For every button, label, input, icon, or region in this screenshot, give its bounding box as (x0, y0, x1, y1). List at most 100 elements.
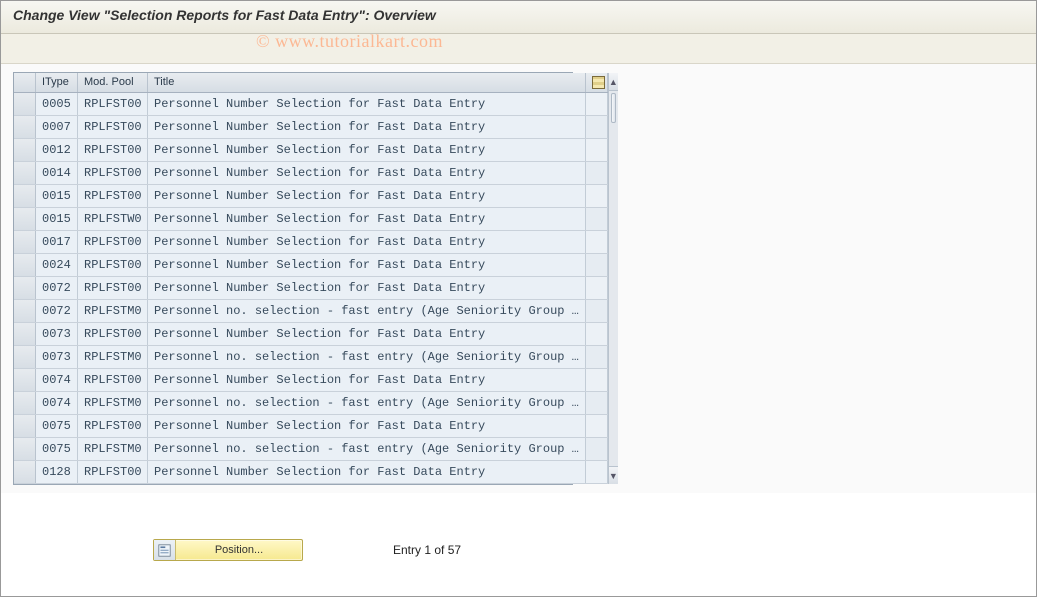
table-row[interactable]: 0075RPLFSTM0Personnel no. selection - fa… (14, 438, 608, 461)
cell-modpool[interactable]: RPLFSTW0 (78, 208, 148, 230)
cell-itype[interactable]: 0014 (36, 162, 78, 184)
cell-title[interactable]: Personnel Number Selection for Fast Data… (148, 461, 586, 483)
cell-modpool[interactable]: RPLFST00 (78, 139, 148, 161)
cell-title[interactable]: Personnel Number Selection for Fast Data… (148, 162, 586, 184)
cell-itype[interactable]: 0017 (36, 231, 78, 253)
row-selector-header[interactable] (14, 73, 36, 92)
cell-title[interactable]: Personnel Number Selection for Fast Data… (148, 369, 586, 391)
cell-itype[interactable]: 0015 (36, 208, 78, 230)
scroll-track[interactable] (609, 91, 618, 466)
table-row[interactable]: 0074RPLFST00Personnel Number Selection f… (14, 369, 608, 392)
table-row[interactable]: 0015RPLFSTW0Personnel Number Selection f… (14, 208, 608, 231)
cell-itype[interactable]: 0074 (36, 392, 78, 414)
scroll-thumb[interactable] (611, 93, 616, 123)
scroll-up-button[interactable]: ▲ (609, 73, 618, 91)
cell-itype[interactable]: 0074 (36, 369, 78, 391)
row-selector[interactable] (14, 254, 36, 276)
cell-title[interactable]: Personnel no. selection - fast entry (Ag… (148, 300, 586, 322)
cell-title[interactable]: Personnel Number Selection for Fast Data… (148, 93, 586, 115)
cell-modpool[interactable]: RPLFST00 (78, 369, 148, 391)
cell-modpool[interactable]: RPLFST00 (78, 277, 148, 299)
row-selector[interactable] (14, 300, 36, 322)
cell-spacer (586, 277, 608, 299)
table-row[interactable]: 0024RPLFST00Personnel Number Selection f… (14, 254, 608, 277)
cell-modpool[interactable]: RPLFST00 (78, 323, 148, 345)
cell-itype[interactable]: 0072 (36, 300, 78, 322)
table-row[interactable]: 0012RPLFST00Personnel Number Selection f… (14, 139, 608, 162)
row-selector[interactable] (14, 323, 36, 345)
cell-itype[interactable]: 0128 (36, 461, 78, 483)
cell-title[interactable]: Personnel Number Selection for Fast Data… (148, 277, 586, 299)
row-selector[interactable] (14, 162, 36, 184)
cell-itype[interactable]: 0005 (36, 93, 78, 115)
cell-modpool[interactable]: RPLFST00 (78, 93, 148, 115)
cell-itype[interactable]: 0024 (36, 254, 78, 276)
table-row[interactable]: 0073RPLFSTM0Personnel no. selection - fa… (14, 346, 608, 369)
position-button-label: Position... (176, 544, 302, 556)
cell-title[interactable]: Personnel Number Selection for Fast Data… (148, 185, 586, 207)
cell-title[interactable]: Personnel Number Selection for Fast Data… (148, 254, 586, 276)
reports-table: IType Mod. Pool Title 0005RPLFST00Person… (13, 72, 573, 485)
cell-itype[interactable]: 0072 (36, 277, 78, 299)
cell-title[interactable]: Personnel Number Selection for Fast Data… (148, 208, 586, 230)
cell-itype[interactable]: 0075 (36, 415, 78, 437)
table-row[interactable]: 0128RPLFST00Personnel Number Selection f… (14, 461, 608, 484)
row-selector[interactable] (14, 415, 36, 437)
cell-itype[interactable]: 0007 (36, 116, 78, 138)
column-header-modpool[interactable]: Mod. Pool (78, 73, 148, 92)
cell-modpool[interactable]: RPLFST00 (78, 415, 148, 437)
table-row[interactable]: 0072RPLFST00Personnel Number Selection f… (14, 277, 608, 300)
table-row[interactable]: 0014RPLFST00Personnel Number Selection f… (14, 162, 608, 185)
table-config-button[interactable] (586, 73, 608, 92)
row-selector[interactable] (14, 208, 36, 230)
vertical-scrollbar[interactable]: ▲ ▼ (608, 73, 618, 484)
row-selector[interactable] (14, 392, 36, 414)
row-selector[interactable] (14, 116, 36, 138)
row-selector[interactable] (14, 346, 36, 368)
cell-modpool[interactable]: RPLFST00 (78, 461, 148, 483)
column-header-itype[interactable]: IType (36, 73, 78, 92)
table-row[interactable]: 0017RPLFST00Personnel Number Selection f… (14, 231, 608, 254)
row-selector[interactable] (14, 139, 36, 161)
cell-title[interactable]: Personnel Number Selection for Fast Data… (148, 415, 586, 437)
row-selector[interactable] (14, 277, 36, 299)
cell-title[interactable]: Personnel no. selection - fast entry (Ag… (148, 392, 586, 414)
row-selector[interactable] (14, 231, 36, 253)
cell-title[interactable]: Personnel Number Selection for Fast Data… (148, 139, 586, 161)
cell-modpool[interactable]: RPLFST00 (78, 185, 148, 207)
cell-itype[interactable]: 0073 (36, 346, 78, 368)
table-row[interactable]: 0072RPLFSTM0Personnel no. selection - fa… (14, 300, 608, 323)
cell-itype[interactable]: 0075 (36, 438, 78, 460)
cell-title[interactable]: Personnel no. selection - fast entry (Ag… (148, 346, 586, 368)
column-header-title[interactable]: Title (148, 73, 586, 92)
table-row[interactable]: 0005RPLFST00Personnel Number Selection f… (14, 93, 608, 116)
cell-title[interactable]: Personnel no. selection - fast entry (Ag… (148, 438, 586, 460)
cell-modpool[interactable]: RPLFST00 (78, 162, 148, 184)
cell-title[interactable]: Personnel Number Selection for Fast Data… (148, 116, 586, 138)
cell-itype[interactable]: 0012 (36, 139, 78, 161)
cell-modpool[interactable]: RPLFSTM0 (78, 392, 148, 414)
table-row[interactable]: 0073RPLFST00Personnel Number Selection f… (14, 323, 608, 346)
cell-itype[interactable]: 0015 (36, 185, 78, 207)
scroll-down-button[interactable]: ▼ (609, 466, 618, 484)
cell-title[interactable]: Personnel Number Selection for Fast Data… (148, 323, 586, 345)
cell-itype[interactable]: 0073 (36, 323, 78, 345)
position-button[interactable]: Position... (153, 539, 303, 561)
cell-modpool[interactable]: RPLFST00 (78, 231, 148, 253)
table-row[interactable]: 0075RPLFST00Personnel Number Selection f… (14, 415, 608, 438)
cell-title[interactable]: Personnel Number Selection for Fast Data… (148, 231, 586, 253)
table-row[interactable]: 0007RPLFST00Personnel Number Selection f… (14, 116, 608, 139)
row-selector[interactable] (14, 93, 36, 115)
cell-modpool[interactable]: RPLFST00 (78, 116, 148, 138)
table-row[interactable]: 0074RPLFSTM0Personnel no. selection - fa… (14, 392, 608, 415)
row-selector[interactable] (14, 461, 36, 483)
row-selector[interactable] (14, 185, 36, 207)
row-selector[interactable] (14, 369, 36, 391)
cell-modpool[interactable]: RPLFST00 (78, 254, 148, 276)
row-selector[interactable] (14, 438, 36, 460)
table-row[interactable]: 0015RPLFST00Personnel Number Selection f… (14, 185, 608, 208)
cell-spacer (586, 139, 608, 161)
cell-modpool[interactable]: RPLFSTM0 (78, 346, 148, 368)
cell-modpool[interactable]: RPLFSTM0 (78, 438, 148, 460)
cell-modpool[interactable]: RPLFSTM0 (78, 300, 148, 322)
